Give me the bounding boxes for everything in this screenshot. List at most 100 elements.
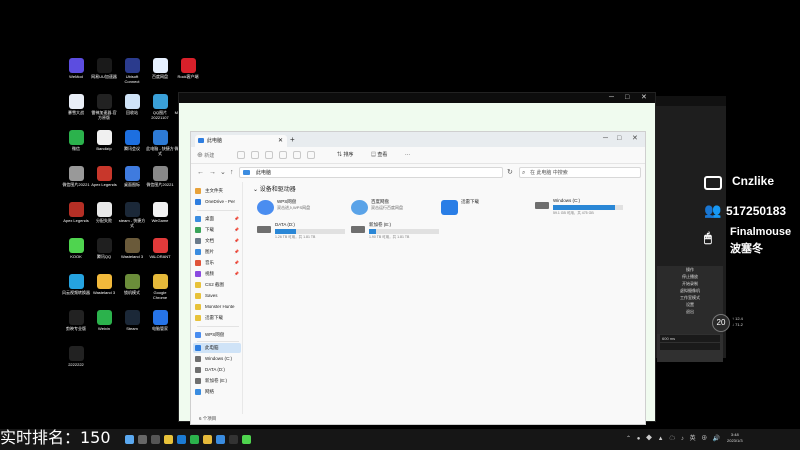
maximize-button[interactable]: □ xyxy=(625,94,629,102)
sidebar-item[interactable]: CS2 截图 xyxy=(193,280,241,290)
sidebar-item[interactable]: 下载 📌 xyxy=(193,225,241,235)
sidebar-item[interactable]: 迅雷下载 xyxy=(193,313,241,323)
cloud-drive-tile[interactable]: 迅雷下载 xyxy=(441,198,537,222)
rename-icon[interactable] xyxy=(279,151,287,159)
obs-menu-item[interactable]: 设置 xyxy=(657,301,723,308)
paste-icon[interactable] xyxy=(265,151,273,159)
search-input[interactable]: ⌕ 在 此电脑 中搜索 xyxy=(519,167,641,178)
address-bar[interactable]: 此电脑 xyxy=(239,167,503,178)
desktop-icon[interactable]: WeGame xyxy=(146,202,174,238)
obs-menu-item[interactable]: 退出 xyxy=(657,308,723,315)
desktop-icon[interactable]: QQ图片20221107 xyxy=(146,94,174,130)
up-button[interactable]: ↑ xyxy=(230,168,234,178)
desktop-icon[interactable]: 微信图片20221 xyxy=(146,166,174,202)
desktop-icon[interactable]: 雷神加速器-官方原版 xyxy=(90,94,118,130)
recent-locations-button[interactable]: ⌄ xyxy=(220,168,226,178)
sort-button[interactable]: ⇅ 排序 xyxy=(337,151,353,160)
sidebar-item[interactable]: Saves xyxy=(193,291,241,301)
maximize-button[interactable]: □ xyxy=(617,134,621,143)
desktop-icon[interactable]: Apex Legends xyxy=(62,202,90,238)
drive-tile[interactable]: 新加卷 (E:) 1.90 TB 可用，共 1.81 TB xyxy=(351,222,443,244)
more-button[interactable]: ··· xyxy=(405,151,410,160)
view-button[interactable]: ▤ 查看 xyxy=(371,151,387,160)
drive-tile[interactable]: DATA (D:) 1.26 TB 可用，共 1.81 TB xyxy=(257,222,349,244)
sidebar-item[interactable]: OneDrive - Per xyxy=(193,197,241,207)
obs-menu-item[interactable]: 工作室模式 xyxy=(657,294,723,301)
sidebar-item[interactable]: 此电脑 xyxy=(193,343,241,353)
desktop-icon[interactable]: VALORANT xyxy=(146,238,174,274)
new-tab-button[interactable]: + xyxy=(290,135,295,145)
sidebar-item[interactable]: 桌面 📌 xyxy=(193,214,241,224)
delete-icon[interactable] xyxy=(307,151,315,159)
desktop-icon[interactable]: 腾讯QQ xyxy=(90,238,118,274)
sidebar-item[interactable]: DATA (D:) xyxy=(193,365,241,375)
minimize-button[interactable]: ─ xyxy=(609,94,614,102)
app-icon[interactable] xyxy=(216,435,225,444)
desktop-icon[interactable]: 桌面图标 xyxy=(118,166,146,202)
obs-menu-item[interactable]: 停止播放 xyxy=(657,273,723,280)
desktop-icon[interactable]: Steam xyxy=(118,310,146,346)
desktop-icon[interactable]: 微信图片20221 xyxy=(62,166,90,202)
tab-close-icon[interactable]: ✕ xyxy=(278,135,283,147)
desktop-icon[interactable]: Rock客户端 xyxy=(174,58,202,94)
obs-panel-row[interactable]: 600 ms xyxy=(660,335,720,342)
forward-button[interactable]: → xyxy=(209,168,216,178)
explorer-icon[interactable] xyxy=(164,435,173,444)
copy-icon[interactable] xyxy=(251,151,259,159)
share-icon[interactable] xyxy=(293,151,301,159)
file-explorer-window[interactable]: 此电脑 ✕ + ─ □ ✕ ⊕ 新建 ⇅ 排序 ▤ 查看 ··· ← → ⌄ ↑… xyxy=(190,131,646,425)
edge-icon[interactable] xyxy=(177,435,186,444)
desktop-icon[interactable]: Wasteland 3 xyxy=(90,274,118,310)
cloud-drive-tile[interactable]: 百度网盘 双击运行百度网盘 xyxy=(351,198,447,222)
refresh-button[interactable]: ↻ xyxy=(507,168,513,178)
desktop-icon[interactable]: 微信 xyxy=(62,130,90,166)
desktop-icon[interactable]: 风云视频转换器 xyxy=(62,274,90,310)
desktop-icon[interactable]: 此电脑 - 快捷方式 xyxy=(146,130,174,166)
start-icon[interactable] xyxy=(125,435,134,444)
system-tray[interactable]: ⌃ ● ◆ ▲ ☁ ♪ 英 ⊕ 🔊 xyxy=(626,434,722,444)
sidebar-item[interactable]: 图片 📌 xyxy=(193,247,241,257)
section-header[interactable]: ⌄ 设备和驱动器 xyxy=(253,186,296,195)
desktop-icon[interactable]: 暴雪大战 xyxy=(62,94,90,130)
desktop-icon[interactable]: Google Chrome xyxy=(146,274,174,310)
drive-tile[interactable]: Windows (C:) 59.1 GB 可用，共 475 GB xyxy=(535,198,627,220)
desktop-icon[interactable]: Weixin xyxy=(90,310,118,346)
desktop-icon[interactable]: 锁机模式 xyxy=(118,274,146,310)
sidebar-item[interactable]: 音乐 📌 xyxy=(193,258,241,268)
sidebar-item[interactable]: 主文件夹 xyxy=(193,186,241,196)
wechat-icon[interactable] xyxy=(190,435,199,444)
sidebar-item[interactable]: 文档 📌 xyxy=(193,236,241,246)
cloud-drive-tile[interactable]: WPS网盘 双击进入WPS网盘 xyxy=(257,198,353,222)
sidebar-item[interactable]: Windows (C:) xyxy=(193,354,241,364)
background-window-titlebar[interactable]: ─ □ ✕ xyxy=(179,93,655,103)
obs-titlebar[interactable] xyxy=(656,96,726,106)
desktop-icon[interactable]: WeMod xyxy=(62,58,90,94)
desktop-icon[interactable]: Apex Legends xyxy=(90,166,118,202)
desktop-icon[interactable]: 分配失败 xyxy=(90,202,118,238)
close-button[interactable]: ✕ xyxy=(641,94,647,102)
taskview-icon[interactable] xyxy=(151,435,160,444)
minimize-button[interactable]: ─ xyxy=(603,134,608,143)
kook-icon[interactable] xyxy=(242,435,251,444)
desktop-icon[interactable]: 电脑管家 xyxy=(146,310,174,346)
desktop-icon[interactable]: 2222222 xyxy=(62,346,90,382)
obs-icon[interactable] xyxy=(229,435,238,444)
sidebar-item[interactable]: WPS网盘 xyxy=(193,330,241,340)
desktop-icon[interactable]: KOOK xyxy=(62,238,90,274)
obs-menu-item[interactable]: 开始录制 xyxy=(657,280,723,287)
obs-menu-item[interactable]: 操作 xyxy=(657,266,723,273)
sidebar-item[interactable]: 视频 📌 xyxy=(193,269,241,279)
chrome-icon[interactable] xyxy=(203,435,212,444)
obs-panel-row[interactable] xyxy=(660,343,720,350)
close-button[interactable]: ✕ xyxy=(632,134,638,143)
desktop-icon[interactable]: 剪映专业版 xyxy=(62,310,90,346)
desktop-icon[interactable]: 回收站 xyxy=(118,94,146,130)
new-button[interactable]: ⊕ 新建 xyxy=(197,151,214,160)
back-button[interactable]: ← xyxy=(197,168,204,178)
desktop-icon[interactable]: 百度网盘 xyxy=(146,58,174,94)
sidebar-item[interactable]: 新加卷 (E:) xyxy=(193,376,241,386)
cut-icon[interactable] xyxy=(237,151,245,159)
desktop-icon[interactable]: steam - 快捷方式 xyxy=(118,202,146,238)
desktop-icon[interactable]: 腾讯会议 xyxy=(118,130,146,166)
sidebar-item[interactable]: 网络 xyxy=(193,387,241,397)
